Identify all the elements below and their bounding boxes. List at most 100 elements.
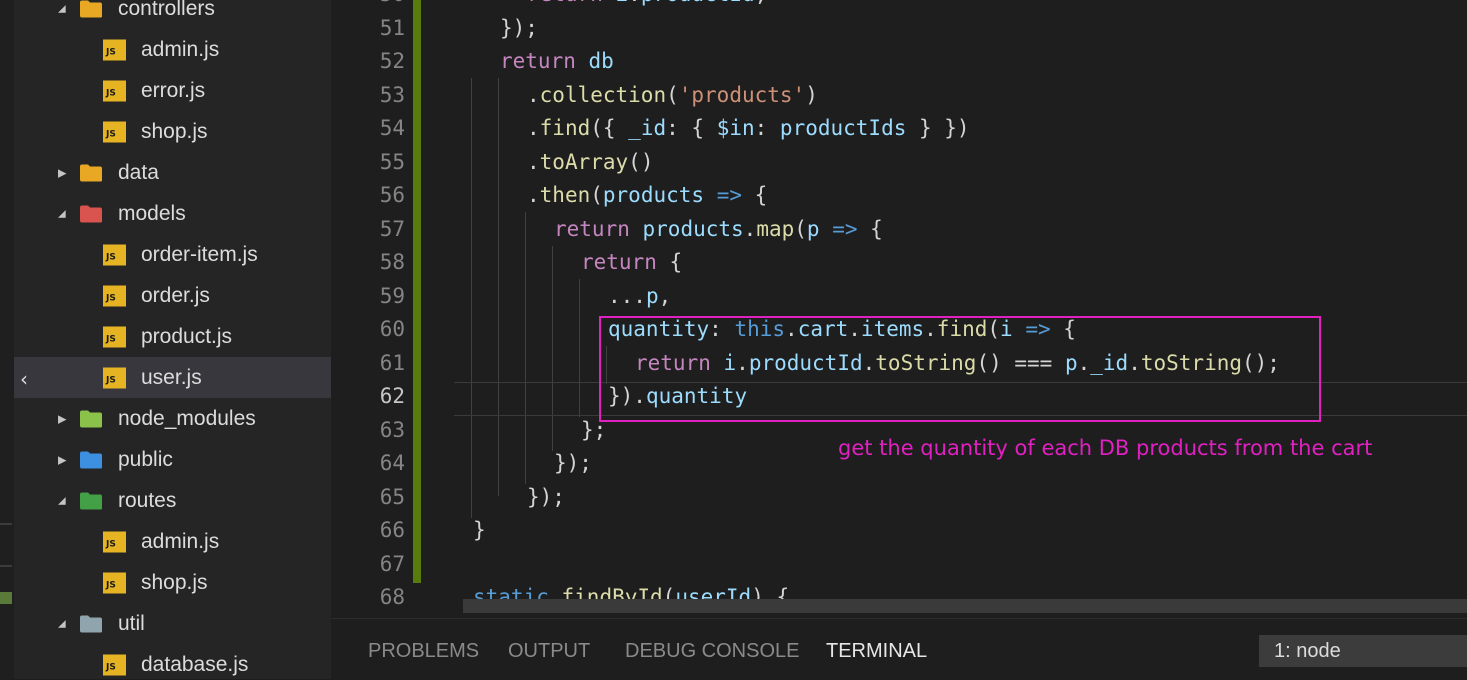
tree-file[interactable]: JS shop.js [14,111,331,152]
code-token: }); [554,451,592,475]
code-token: . [628,0,641,6]
tree-file[interactable]: JS order.js [14,275,331,316]
code-token: . [527,150,540,174]
tree-file[interactable]: JS error.js [14,70,331,111]
tree-item-label: admin.js [141,529,220,553]
code-token: return [581,250,670,274]
code-token: products [602,183,705,207]
chevron-right-icon[interactable]: ▶ [58,453,66,466]
js-file-icon: JS [103,326,126,347]
chevron-right-icon[interactable]: ▶ [58,412,66,425]
tree-folder[interactable]: ◢ routes [14,480,331,521]
code-line[interactable]: 52 return db [331,45,1467,78]
tree-folder[interactable]: ◢ models [14,193,331,234]
chevron-right-icon[interactable]: ▶ [58,166,66,179]
tree-folder[interactable]: ▶ public [14,439,331,480]
tree-file[interactable]: JS admin.js [14,521,331,562]
code-line[interactable]: 56 .then(products => { [331,179,1467,212]
line-number: 52 [379,49,405,73]
code-token: () [628,150,654,174]
code-text: }); [527,481,565,514]
code-line[interactable]: 55 .toArray() [331,146,1467,179]
code-token: } }) [906,116,970,140]
code-text: return db [500,45,614,78]
js-file-icon: JS [103,531,126,552]
code-token: $in [716,116,755,140]
code-token: productId [641,0,755,6]
folder-models-icon [80,205,102,222]
code-line[interactable]: 65}); [331,481,1467,514]
tab-output[interactable]: OUTPUT [508,640,590,663]
code-token: , [658,284,672,308]
annotation-highlight-box [599,316,1321,422]
code-line[interactable]: 66} [331,514,1467,547]
tree-folder[interactable]: ▶ data [14,152,331,193]
terminal-instance-select[interactable]: 1: node [1259,635,1467,667]
folder-util-icon [80,615,102,632]
chevron-down-icon[interactable]: ◢ [58,208,66,219]
tab-debug-console[interactable]: DEBUG CONSOLE [625,640,799,663]
code-text: } [473,514,486,547]
line-number: 62 [379,384,405,408]
code-token: } [473,518,486,542]
folder-data-icon [80,164,102,181]
code-token: ( [590,183,603,207]
code-token: => [704,183,755,207]
code-editor[interactable]: 50return i.productId;51});52return db53.… [331,0,1467,618]
code-token: db [588,49,614,73]
line-number: 53 [379,83,405,107]
code-text: .then(products => { [527,179,767,212]
tree-file[interactable]: JS admin.js [14,29,331,70]
code-token: p [806,217,820,241]
code-token: return [527,0,616,6]
line-number: 56 [379,183,405,207]
folder-public-icon [80,451,102,468]
code-token: ({ [590,116,629,140]
chevron-down-icon[interactable]: ◢ [58,3,66,14]
code-token: collection [539,83,667,107]
tree-item-label: order-item.js [141,242,258,266]
line-number: 67 [379,552,405,576]
code-text: return products.map(p => { [554,213,883,246]
code-line[interactable]: 51}); [331,12,1467,45]
line-number: 58 [379,250,405,274]
line-number: 68 [379,585,405,609]
chevron-down-icon[interactable]: ◢ [58,618,66,629]
collapse-chevron-icon[interactable]: ‹ [14,358,34,399]
tree-folder[interactable]: ◢ controllers [14,0,331,29]
line-number: 61 [379,351,405,375]
bottom-panel: PROBLEMS OUTPUT DEBUG CONSOLE TERMINAL 1… [331,618,1467,680]
js-file-icon: JS [103,244,126,265]
code-token: { [870,217,883,241]
tab-terminal[interactable]: TERMINAL [826,640,927,663]
line-number: 51 [379,16,405,40]
tree-item-label: routes [118,488,177,512]
tree-folder[interactable]: ▶ node_modules [14,398,331,439]
line-number: 60 [379,317,405,341]
line-number: 65 [379,485,405,509]
tree-file[interactable]: JS shop.js [14,562,331,603]
tree-item-label: user.js [141,365,202,389]
tab-problems[interactable]: PROBLEMS [368,640,479,663]
tree-file[interactable]: JS user.js [14,357,331,398]
annotation-text: get the quantity of each DB products fro… [838,436,1373,460]
code-token: : { [666,116,717,140]
tree-file[interactable]: JS product.js [14,316,331,357]
file-explorer: ◢ controllers JS admin.js JS error.js JS shop.j… [0,0,331,679]
horizontal-scrollbar[interactable] [463,599,1467,613]
tree-item-label: controllers [118,0,215,20]
code-line[interactable]: 58 return { [331,246,1467,279]
tree-folder[interactable]: ◢ util [14,603,331,644]
code-line[interactable]: 59 ...p, [331,280,1467,313]
tree-file[interactable]: JS database.js [14,644,331,679]
code-line[interactable]: 67 [331,548,1467,581]
tree-item-label: database.js [141,652,249,676]
code-line[interactable]: 50 return i.productId; [331,0,1467,11]
chevron-down-icon[interactable]: ◢ [58,495,66,506]
code-line[interactable]: 57 return products.map(p => { [331,213,1467,246]
line-number: 55 [379,150,405,174]
tree-file[interactable]: JS order-item.js [14,234,331,275]
tree-item-label: node_modules [118,406,256,430]
code-line[interactable]: 53 .collection('products') [331,79,1467,112]
code-line[interactable]: 54 .find({ _id: { $in: productIds } }) [331,112,1467,145]
